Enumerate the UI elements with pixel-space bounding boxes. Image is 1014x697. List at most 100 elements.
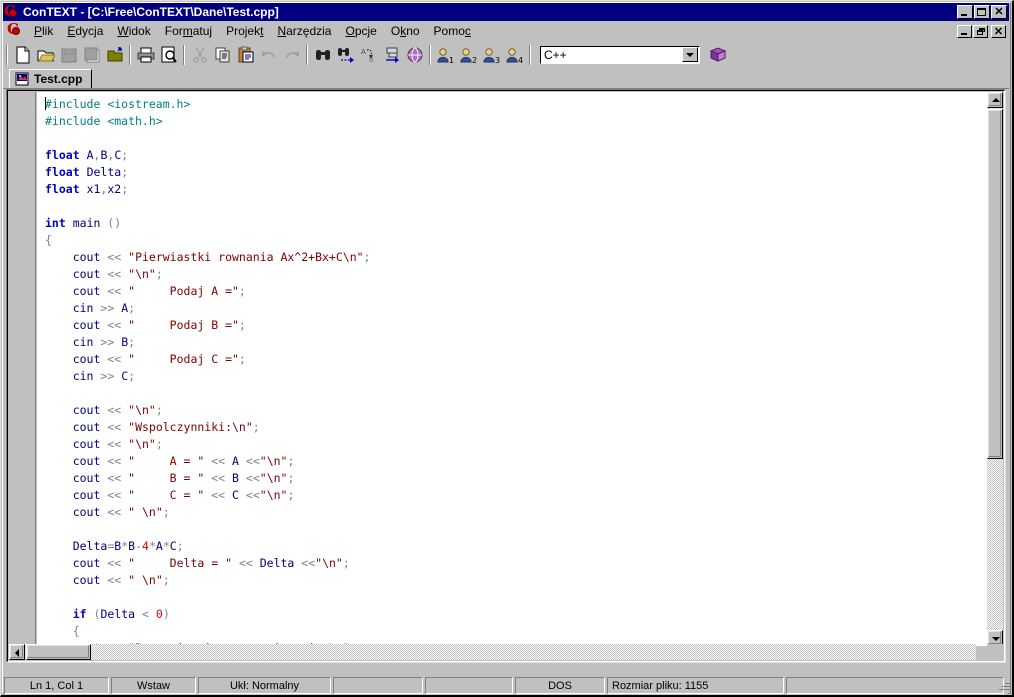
source-code: #include <iostream.h> #include <math.h> f… <box>45 96 370 646</box>
toolbar-separator <box>306 44 308 65</box>
menu-item-narzdzia[interactable]: Narzędzia <box>270 23 338 39</box>
tab-test-cpp[interactable]: Test.cpp <box>9 69 93 88</box>
maximize-button[interactable] <box>974 5 990 19</box>
help-book-button[interactable] <box>706 44 729 66</box>
code-line: cout << "Pierwiastki rownania Ax^2+Bx+C\… <box>72 250 371 264</box>
code-line: cin >> B; <box>72 335 136 349</box>
replace-button[interactable]: AB <box>357 44 380 66</box>
cpp-file-icon <box>15 72 29 86</box>
layout-mode-panel: Ukł: Normalny <box>198 677 331 694</box>
editor-gutter[interactable] <box>9 92 36 646</box>
mdi-close-icon: ✕ <box>993 25 1004 38</box>
svg-text:1: 1 <box>449 56 454 64</box>
toolbar-separator <box>129 44 131 65</box>
mdi-close-button[interactable]: ✕ <box>991 24 1006 38</box>
code-text-area[interactable]: #include <iostream.h> #include <math.h> f… <box>37 92 992 646</box>
code-line: float Delta; <box>45 165 129 179</box>
print-preview-button[interactable] <box>157 44 180 66</box>
new-file-button[interactable] <box>11 44 34 66</box>
window-title: ConTEXT - [C:\Free\ConTEXT\Dane\Test.cpp… <box>23 5 279 19</box>
code-line: { <box>45 233 52 247</box>
user-exec-2-button[interactable]: 2 <box>457 44 480 66</box>
code-line: cout << " C = " << C <<"\n"; <box>72 488 295 502</box>
menu-item-opcje[interactable]: Opcje <box>338 23 383 39</box>
save-file-button[interactable] <box>57 44 80 66</box>
highlighter-value: C++ <box>544 47 567 62</box>
chevron-down-icon[interactable] <box>682 47 698 62</box>
menu-item-plik[interactable]: Plik <box>27 23 60 39</box>
vertical-scroll-thumb[interactable] <box>987 109 1003 459</box>
code-line: cout << " \n"; <box>72 505 170 519</box>
find-next-button[interactable] <box>334 44 357 66</box>
user-exec-1-button[interactable]: 1 <box>434 44 457 66</box>
code-line: if (Delta < 0) <box>72 607 170 621</box>
toolbar-separator <box>183 44 185 65</box>
user-exec-3-button[interactable]: 3 <box>480 44 503 66</box>
cut-button[interactable] <box>188 44 211 66</box>
editor-client-area: #include <iostream.h> #include <math.h> f… <box>6 89 1006 663</box>
menu-item-widok[interactable]: Widok <box>110 23 157 39</box>
status-bar: Ln 1, Col 1 Wstaw Ukł: Normalny DOS Rozmiar … <box>4 676 1008 695</box>
open-file-button[interactable] <box>34 44 57 66</box>
undo-button[interactable] <box>257 44 280 66</box>
mdi-child-icon[interactable] <box>7 21 21 40</box>
menu-items: Plik Edycja Widok Formatuj Projekt Narzędzia O… <box>27 23 478 39</box>
close-button[interactable]: ✕ <box>991 5 1007 19</box>
scroll-left-button[interactable] <box>9 644 25 660</box>
print-button[interactable] <box>134 44 157 66</box>
paste-button[interactable] <box>234 44 257 66</box>
code-line: int main () <box>45 216 122 230</box>
user-exec-4-button[interactable]: 4 <box>503 44 526 66</box>
execute-button[interactable] <box>403 44 426 66</box>
find-button[interactable] <box>311 44 334 66</box>
menu-item-edycja[interactable]: Edycja <box>60 23 110 39</box>
code-line: cout << " Delta = " << Delta <<"\n"; <box>72 556 350 570</box>
code-line: cout << "\n"; <box>72 437 163 451</box>
toolbar-separator <box>429 44 431 65</box>
vertical-scrollbar[interactable] <box>987 92 1003 646</box>
code-line: cout << " \n"; <box>72 573 170 587</box>
redo-button[interactable] <box>280 44 303 66</box>
menu-item-formatuj[interactable]: Formatuj <box>158 23 219 39</box>
goto-line-button[interactable] <box>380 44 403 66</box>
resize-grip[interactable] <box>996 678 1010 692</box>
menu-item-projekt[interactable]: Projekt <box>219 23 270 39</box>
code-line: #include <iostream.h> <box>45 97 191 111</box>
copy-button[interactable] <box>211 44 234 66</box>
line-ending-panel: DOS <box>515 677 605 694</box>
code-line: { <box>72 624 80 638</box>
close-icon: ✕ <box>994 6 1004 18</box>
scroll-up-button[interactable] <box>987 92 1003 108</box>
svg-text:3: 3 <box>495 56 500 64</box>
code-line: float x1,x2; <box>45 182 129 196</box>
scrollbar-corner <box>987 644 1003 660</box>
toolbar-separator <box>6 44 8 65</box>
tab-label: Test.cpp <box>34 72 83 86</box>
mdi-minimize-button[interactable] <box>957 24 972 38</box>
toolbar-separator <box>529 44 531 65</box>
menu-bar: PlikEdycjaWidokFormatujProjektNarzędziaO… <box>3 21 1009 40</box>
highlighter-combo[interactable]: C++ <box>540 45 700 64</box>
mdi-restore-button[interactable] <box>973 24 988 38</box>
code-line: cout << " Podaj B ="; <box>72 318 246 332</box>
horizontal-scrollbar[interactable] <box>9 644 976 660</box>
code-line: cout << "\n"; <box>72 403 163 417</box>
horizontal-scroll-thumb[interactable] <box>26 644 91 660</box>
title-bar: ConTEXT - [C:\Free\ConTEXT\Dane\Test.cpp… <box>3 3 1009 21</box>
save-all-button[interactable] <box>80 44 103 66</box>
app-icon[interactable] <box>4 3 20 19</box>
code-line: cout << "\n"; <box>72 267 163 281</box>
minimize-button[interactable] <box>957 5 973 19</box>
svg-text:A: A <box>361 48 366 56</box>
svg-text:2: 2 <box>472 56 477 64</box>
close-file-button[interactable] <box>103 44 126 66</box>
code-line: cin >> A; <box>72 301 136 315</box>
code-line: cout << " Podaj C ="; <box>72 352 246 366</box>
menu-item-okno[interactable]: Okno <box>384 23 427 39</box>
menu-item-pomoc[interactable]: Pomoc <box>427 23 478 39</box>
